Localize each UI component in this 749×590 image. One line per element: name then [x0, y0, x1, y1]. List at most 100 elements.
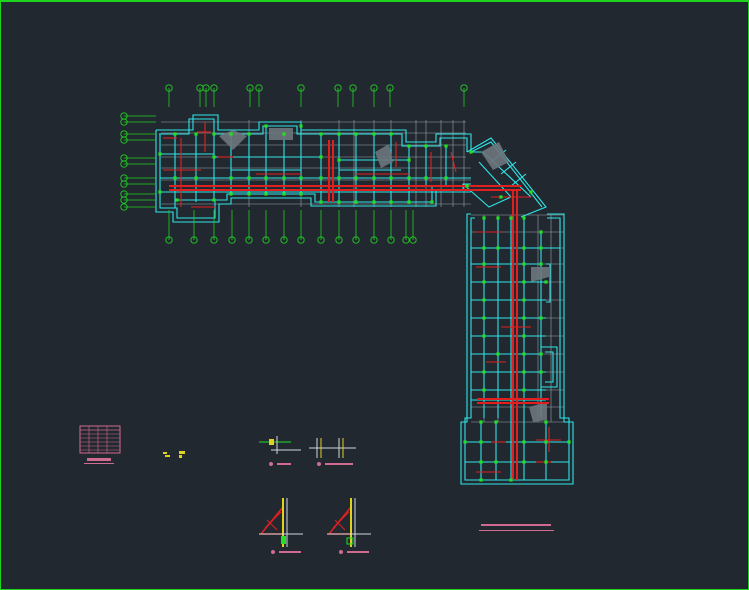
title-block-lines — [479, 524, 554, 531]
column-marker — [522, 216, 526, 220]
column-marker — [407, 176, 411, 180]
column-marker — [522, 298, 526, 302]
column-marker — [482, 298, 486, 302]
column-marker — [496, 246, 500, 250]
column-marker — [389, 200, 393, 204]
column-marker — [299, 124, 303, 128]
red-beams — [169, 140, 549, 480]
column-marker — [482, 370, 486, 374]
column-marker — [407, 158, 411, 162]
column-marker — [494, 460, 498, 464]
column-marker — [424, 176, 428, 180]
column-marker — [482, 216, 486, 220]
column-marker — [444, 144, 448, 148]
stair-hatch — [219, 128, 549, 422]
column-marker — [522, 440, 526, 444]
column-marker — [482, 334, 486, 338]
column-marker — [539, 246, 543, 250]
column-marker — [522, 388, 526, 392]
column-marker — [509, 216, 513, 220]
column-marker — [539, 352, 543, 356]
column-marker — [496, 352, 500, 356]
column-marker — [522, 280, 526, 284]
column-marker — [522, 370, 526, 374]
column-marker — [544, 440, 548, 444]
column-marker — [539, 262, 543, 266]
column-marker — [319, 132, 323, 136]
column-marker — [479, 420, 483, 424]
column-marker — [247, 192, 251, 196]
column-marker — [337, 200, 341, 204]
column-marker — [389, 176, 393, 180]
column-marker — [539, 370, 543, 374]
column-marker — [264, 192, 268, 196]
column-marker — [465, 184, 469, 188]
red-beam-segments — [163, 122, 561, 473]
column-marker — [337, 132, 341, 136]
column-marker — [424, 144, 428, 148]
section-detail-3 — [259, 498, 303, 554]
column-marker — [158, 152, 162, 156]
column-marker — [539, 230, 543, 234]
column-marker — [389, 132, 393, 136]
column-marker — [212, 198, 216, 202]
column-marker — [522, 460, 526, 464]
column-marker — [229, 132, 233, 136]
column-marker — [372, 176, 376, 180]
column-marker — [229, 192, 233, 196]
column-marker — [337, 158, 341, 162]
column-marker — [282, 192, 286, 196]
column-marker — [407, 200, 411, 204]
table-thumbnail — [79, 425, 121, 464]
column-marker — [299, 192, 303, 196]
column-marker — [319, 176, 323, 180]
column-marker — [264, 124, 268, 128]
small-legend-symbols — [163, 451, 185, 458]
column-marker — [319, 155, 323, 159]
column-marker — [229, 176, 233, 180]
column-marker — [299, 176, 303, 180]
column-marker — [247, 132, 251, 136]
column-marker — [469, 150, 473, 154]
column-marker — [194, 132, 198, 136]
column-marker — [372, 200, 376, 204]
column-marker — [354, 132, 358, 136]
column-marker — [282, 176, 286, 180]
column-marker — [372, 132, 376, 136]
column-marker — [158, 190, 162, 194]
column-marker — [319, 200, 323, 204]
column-marker — [496, 216, 500, 220]
column-marker — [194, 176, 198, 180]
floor-plan-drawing — [79, 84, 574, 554]
column-marker — [173, 176, 177, 180]
column-marker — [407, 144, 411, 148]
column-marker — [212, 155, 216, 159]
column-marker — [482, 388, 486, 392]
column-marker — [522, 316, 526, 320]
section-detail-1 — [259, 436, 301, 466]
column-marker — [482, 246, 486, 250]
column-marker — [173, 132, 177, 136]
cad-drawing-canvas[interactable] — [0, 0, 749, 590]
column-marker — [544, 420, 548, 424]
column-marker — [494, 420, 498, 424]
column-marker — [482, 280, 486, 284]
column-marker — [354, 176, 358, 180]
column-marker — [479, 478, 483, 482]
column-marker — [430, 200, 434, 204]
column-marker — [509, 478, 513, 482]
column-marker — [522, 334, 526, 338]
column-marker — [544, 280, 548, 284]
column-marker — [175, 198, 179, 202]
column-marker — [482, 316, 486, 320]
column-marker — [264, 176, 268, 180]
column-marker — [337, 176, 341, 180]
column-marker — [529, 190, 533, 194]
section-detail-4 — [327, 498, 371, 554]
column-marker — [499, 195, 503, 199]
column-marker — [212, 132, 216, 136]
column-marker — [479, 460, 483, 464]
column-marker — [539, 316, 543, 320]
column-marker — [282, 132, 286, 136]
column-marker — [247, 176, 251, 180]
